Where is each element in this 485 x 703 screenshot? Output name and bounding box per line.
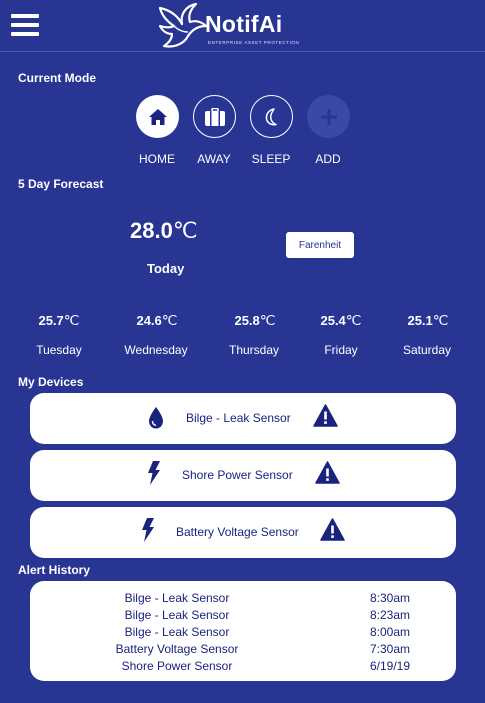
plus-icon [320,108,337,125]
logo-subtitle: ENTERPRISE ASSET PROTECTION [208,40,300,45]
alert-sensor-name: Battery Voltage Sensor [115,642,239,656]
mode-sleep-button[interactable] [250,95,293,138]
forecast-temp-unit: ℃ [161,314,178,329]
forecast-temp-value: 25.1 [407,313,433,328]
alert-sensor-name: Bilge - Leak Sensor [124,625,230,639]
forecast-temp-friday: 25.4℃ [296,313,386,330]
forecast-day-label: Thursday [228,343,280,357]
device-card-bilge-leak[interactable]: Bilge - Leak Sensor [30,393,456,444]
forecast-title: 5 Day Forecast [18,177,104,191]
device-card-battery-voltage[interactable]: Battery Voltage Sensor [30,507,456,558]
forecast-day-label: Friday [324,343,358,357]
device-label: Battery Voltage Sensor [176,525,299,539]
app-header: NotifAi ENTERPRISE ASSET PROTECTION [0,0,485,52]
hamburger-menu-icon[interactable] [11,14,39,38]
alert-history-card: Bilge - Leak Sensor 8:30am Bilge - Leak … [30,581,456,681]
forecast-temp-value: 25.8 [234,313,260,328]
forecast-temp-unit: ℃ [345,314,362,329]
alert-row: Bilge - Leak Sensor 8:00am [30,625,456,642]
alert-sensor-name: Bilge - Leak Sensor [124,608,230,622]
mode-add-button[interactable] [307,95,350,138]
forecast-temp-thursday: 25.8℃ [210,313,300,330]
dove-logo-icon [158,2,208,48]
forecast-temp-tuesday: 25.7℃ [14,313,104,330]
current-mode-title: Current Mode [18,71,96,85]
alert-row: Bilge - Leak Sensor 8:23am [30,608,456,625]
devices-title: My Devices [18,375,84,389]
forecast-day-label: Tuesday [36,343,82,357]
forecast-temp-unit: ℃ [63,314,80,329]
forecast-day-label: Saturday [402,343,452,357]
alert-sensor-name: Shore Power Sensor [121,659,233,673]
device-label: Shore Power Sensor [182,468,293,482]
alert-history-title: Alert History [18,563,91,577]
today-temp-unit: ℃ [172,218,198,243]
mode-away-button[interactable] [193,95,236,138]
suitcase-icon [204,107,225,126]
lightning-bolt-icon [148,461,160,485]
today-label: Today [147,261,185,276]
today-temp-value: 28.0 [130,218,173,243]
moon-icon [265,107,277,125]
alert-time: 8:23am [369,608,411,622]
device-card-shore-power[interactable]: Shore Power Sensor [30,450,456,501]
unit-toggle-button[interactable]: Farenheit [286,232,354,258]
home-icon [148,108,167,125]
forecast-temp-unit: ℃ [432,314,449,329]
forecast-temp-value: 24.6 [136,313,162,328]
forecast-temp-value: 25.7 [38,313,64,328]
forecast-temp-unit: ℃ [259,314,276,329]
warning-icon [313,404,338,427]
alert-sensor-name: Bilge - Leak Sensor [124,591,230,605]
water-drop-icon [149,407,163,429]
forecast-temp-wednesday: 24.6℃ [112,313,202,330]
alert-time: 6/19/19 [369,659,411,673]
forecast-temp-value: 25.4 [320,313,346,328]
alert-time: 7:30am [369,642,411,656]
alert-time: 8:30am [369,591,411,605]
warning-icon [315,461,340,484]
forecast-day-label: Wednesday [124,343,188,357]
today-temperature: 28.0℃ [130,218,198,244]
alert-row: Battery Voltage Sensor 7:30am [30,642,456,659]
forecast-temp-saturday: 25.1℃ [383,313,473,330]
lightning-bolt-icon [142,518,154,542]
device-label: Bilge - Leak Sensor [186,411,291,425]
mode-home-button[interactable] [136,95,179,138]
mode-add-label: ADD [315,152,341,166]
alert-row: Bilge - Leak Sensor 8:30am [30,591,456,608]
logo-text: NotifAi [205,11,283,37]
app-logo: NotifAi ENTERPRISE ASSET PROTECTION [156,2,308,50]
warning-icon [320,518,345,541]
alert-time: 8:00am [369,625,411,639]
alert-row: Shore Power Sensor 6/19/19 [30,659,456,676]
